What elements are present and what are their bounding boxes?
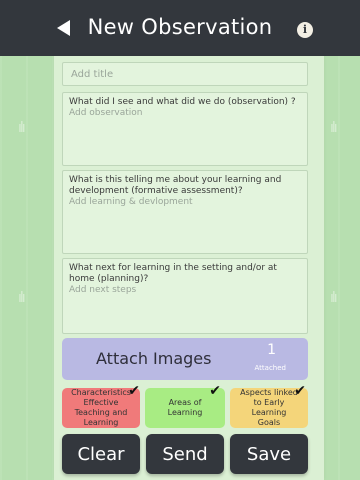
send-button[interactable]: Send bbox=[146, 434, 224, 474]
title-input[interactable]: Add title bbox=[62, 62, 308, 86]
attached-count-label: Attached bbox=[254, 364, 286, 372]
observation-question: What did I see and what did we do (obser… bbox=[69, 97, 296, 107]
observation-field[interactable]: What did I see and what did we do (obser… bbox=[62, 92, 308, 166]
learning-development-placeholder: Add learning & devlopment bbox=[69, 197, 193, 207]
checkmark-icon: ✔ bbox=[128, 383, 140, 399]
grass-decoration: ılı bbox=[330, 120, 338, 136]
tag-characteristics[interactable]: Characteristics Effective Teaching and L… bbox=[62, 383, 140, 428]
attach-images-button[interactable]: Attach Images 1 Attached bbox=[62, 338, 308, 380]
learning-development-question: What is this telling me about your learn… bbox=[69, 175, 282, 196]
grass-decoration: ılı bbox=[330, 290, 338, 306]
app-header: New Observation i bbox=[0, 0, 360, 56]
grass-decoration: ılı bbox=[18, 290, 26, 306]
learning-development-field[interactable]: What is this telling me about your learn… bbox=[62, 170, 308, 254]
attached-count: 1 bbox=[267, 342, 276, 358]
attach-images-label: Attach Images bbox=[96, 349, 212, 368]
checkmark-icon: ✔ bbox=[209, 383, 221, 399]
tag-label: Characteristics Effective Teaching and L… bbox=[71, 388, 131, 427]
clear-button[interactable]: Clear bbox=[62, 434, 140, 474]
tag-areas-of-learning[interactable]: Areas of Learning ✔ bbox=[145, 383, 225, 428]
checkmark-icon: ✔ bbox=[294, 383, 306, 399]
tag-early-learning-goals[interactable]: Aspects linked to Early Learning Goals ✔ bbox=[230, 383, 308, 428]
observation-placeholder: Add observation bbox=[69, 108, 143, 118]
next-steps-field[interactable]: What next for learning in the setting an… bbox=[62, 258, 308, 334]
grass-decoration: ılı bbox=[18, 120, 26, 136]
info-icon[interactable]: i bbox=[297, 22, 313, 38]
tag-label: Areas of Learning bbox=[167, 398, 203, 417]
save-button[interactable]: Save bbox=[230, 434, 308, 474]
next-steps-placeholder: Add next steps bbox=[69, 285, 137, 295]
next-steps-question: What next for learning in the setting an… bbox=[69, 263, 277, 284]
